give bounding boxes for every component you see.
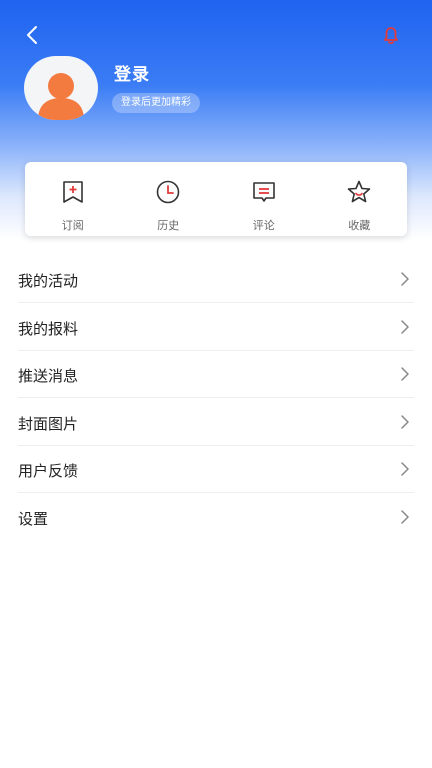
menu-item-label: 我的报料: [18, 319, 79, 338]
menu-item-cover-image[interactable]: 封面图片: [18, 399, 414, 446]
menu-item-label: 用户反馈: [18, 462, 79, 481]
quick-action-label: 历史: [157, 219, 180, 232]
notification-button[interactable]: [376, 20, 406, 50]
menu-item-label: 推送消息: [18, 367, 79, 386]
clock-icon: [156, 180, 180, 204]
menu-item-feedback[interactable]: 用户反馈: [18, 446, 414, 494]
comment-icon: [252, 182, 275, 202]
login-link[interactable]: 登录: [114, 60, 150, 85]
chevron-right-icon: [401, 510, 409, 524]
chevron-right-icon: [401, 319, 409, 334]
bell-icon: [384, 27, 398, 45]
bookmark-plus-icon: [62, 181, 83, 203]
chevron-right-icon: [401, 367, 409, 381]
chevron-right-icon: [401, 272, 409, 286]
quick-action-favorite[interactable]: 收藏: [312, 162, 408, 236]
login-hint-badge: 登录后更加精彩: [112, 93, 200, 113]
chevron-right-icon: [401, 415, 409, 429]
chevron-right-icon: [401, 462, 409, 477]
quick-actions-card: 订阅 历史 评论 收藏: [25, 162, 407, 236]
settings-menu: 我的活动 我的报料 推送消息 封面图片 用户反馈 设置: [18, 256, 414, 541]
menu-item-my-reports[interactable]: 我的报料: [18, 304, 414, 351]
avatar[interactable]: [24, 56, 98, 120]
menu-item-my-activities[interactable]: 我的活动: [18, 256, 414, 303]
quick-action-label: 订阅: [61, 219, 84, 232]
quick-action-label: 收藏: [348, 219, 371, 232]
quick-action-comment[interactable]: 评论: [216, 162, 312, 236]
menu-item-settings[interactable]: 设置: [18, 494, 414, 540]
menu-item-label: 封面图片: [18, 414, 79, 433]
chevron-left-icon: [27, 26, 37, 44]
menu-item-label: 我的活动: [18, 272, 79, 290]
quick-action-label: 评论: [252, 219, 275, 232]
menu-item-label: 设置: [18, 509, 49, 528]
quick-action-subscribe[interactable]: 订阅: [25, 162, 121, 236]
star-icon: [347, 180, 371, 203]
menu-item-push-messages[interactable]: 推送消息: [18, 351, 414, 399]
quick-action-history[interactable]: 历史: [121, 162, 217, 236]
user-avatar-icon: [38, 73, 84, 120]
back-button[interactable]: [18, 20, 48, 50]
